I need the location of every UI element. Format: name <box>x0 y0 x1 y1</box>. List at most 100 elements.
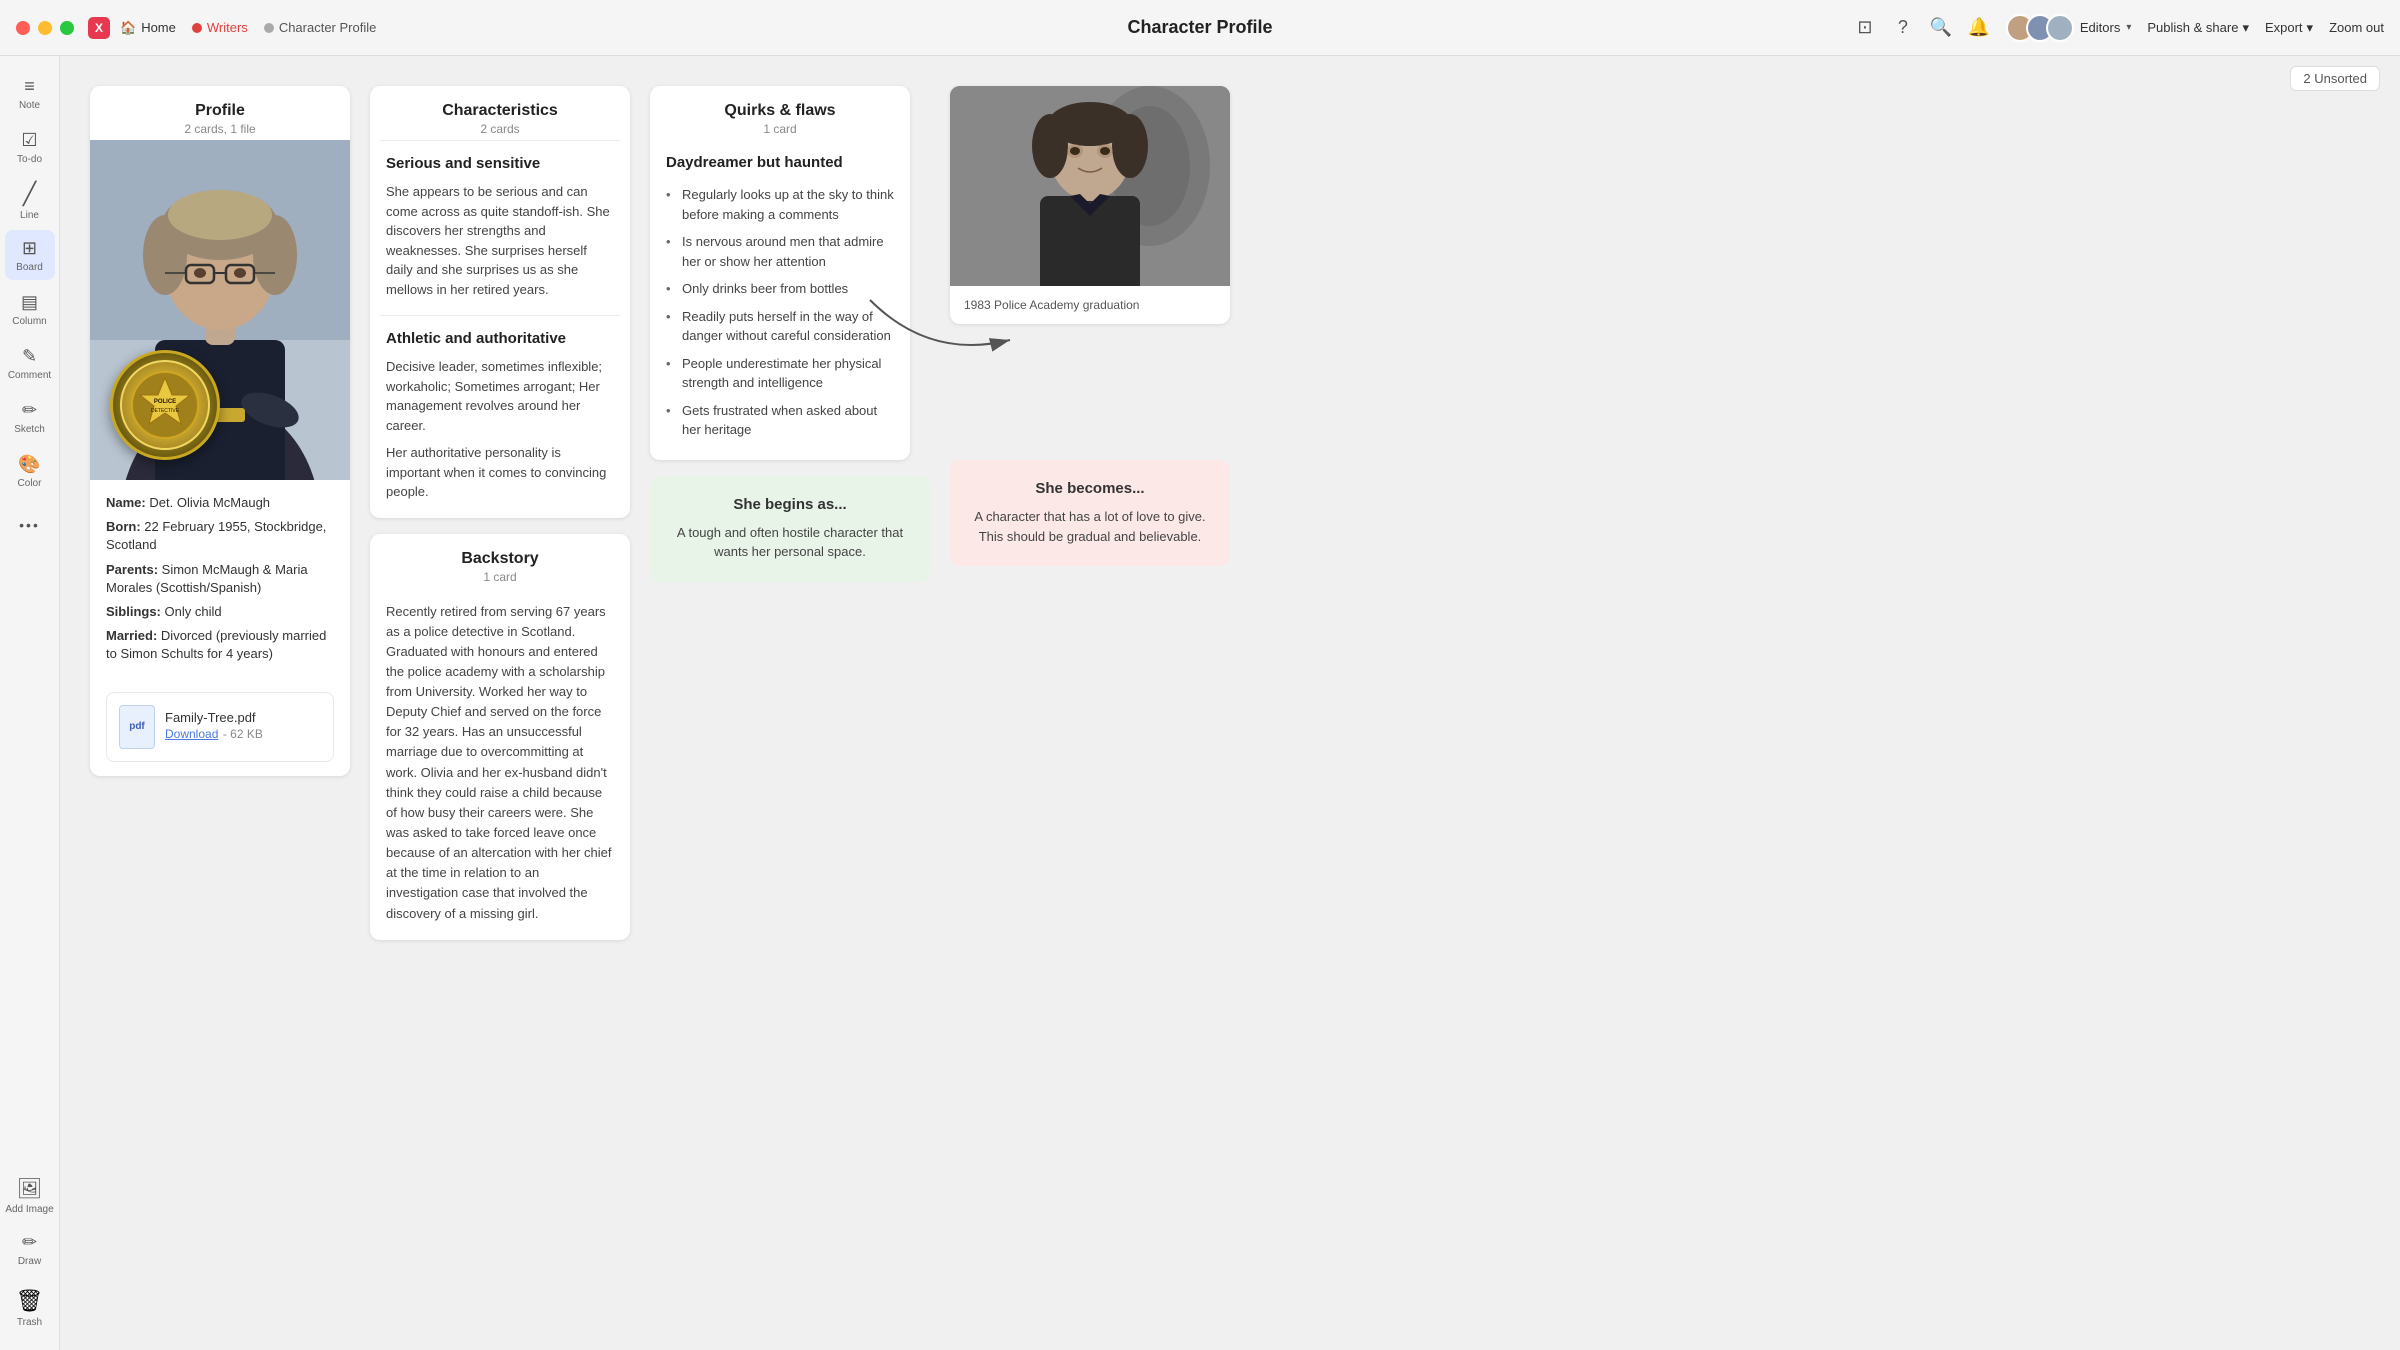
tab-writers[interactable]: Writers <box>192 20 248 35</box>
note-icon: ≡ <box>24 76 35 97</box>
char-count: 2 cards <box>386 122 614 136</box>
device-icon[interactable]: ⊡ <box>1854 17 1876 39</box>
quirk-item-1: Regularly looks up at the sky to think b… <box>666 181 894 228</box>
sidebar-label-draw: Draw <box>18 1256 41 1267</box>
sidebar-label-board: Board <box>16 262 43 273</box>
file-name: Family-Tree.pdf <box>165 710 321 725</box>
sidebar-label-column: Column <box>12 316 46 327</box>
arc-section: She becomes... A character that has a lo… <box>950 460 1230 566</box>
profile-info: Name: Det. Olivia McMaugh Born: 22 Febru… <box>90 480 350 684</box>
minimize-button[interactable] <box>38 21 52 35</box>
backstory-header: Backstory 1 card <box>370 534 630 588</box>
char-title: Characteristics <box>386 102 614 120</box>
home-icon: 🏠 <box>120 20 136 36</box>
sidebar-item-draw[interactable]: ✏ Draw <box>5 1224 55 1274</box>
profile-card-header: Profile 2 cards, 1 file <box>90 86 350 140</box>
close-button[interactable] <box>16 21 30 35</box>
top-bar-right: ⊡ ? 🔍 🔔 Editors ▾ Publish & share ▾ Expo… <box>1854 14 2384 42</box>
top-bar: X 🏠 Home Writers Character Profile Chara… <box>0 0 2400 56</box>
todo-icon: ☑ <box>21 130 37 151</box>
svg-text:POLICE: POLICE <box>154 399 176 405</box>
avatar-group <box>2006 14 2074 42</box>
profile-count: 2 cards, 1 file <box>106 122 334 136</box>
sidebar-label-add-image: Add Image <box>5 1204 53 1215</box>
sidebar-label-note: Note <box>19 100 40 111</box>
backstory-body: Recently retired from serving 67 years a… <box>370 588 630 940</box>
pdf-icon: pdf <box>119 705 155 749</box>
sidebar-item-board[interactable]: ⊞ Board <box>5 230 55 280</box>
char-body-2: Athletic and authoritative Decisive lead… <box>370 316 630 518</box>
page-title: Character Profile <box>1127 17 1272 38</box>
police-badge: POLICE DETECTIVE <box>110 350 220 460</box>
backstory-title: Backstory <box>386 550 614 568</box>
char-header: Characteristics 2 cards <box>370 86 630 140</box>
profile-column: Profile 2 cards, 1 file <box>90 86 350 776</box>
characteristics-card: Characteristics 2 cards Serious and sens… <box>370 86 630 518</box>
editors-dropdown-arrow[interactable]: ▾ <box>2126 22 2131 33</box>
sidebar-item-todo[interactable]: ☑ To-do <box>5 122 55 172</box>
quirk-item-2: Is nervous around men that admire her or… <box>666 228 894 275</box>
window-controls <box>16 21 74 35</box>
profile-photo: POLICE DETECTIVE <box>90 140 350 480</box>
arc-arrow-svg <box>850 280 1050 380</box>
quirks-card: Quirks & flaws 1 card Daydreamer but hau… <box>650 86 910 460</box>
arc-end-title: She becomes... <box>974 480 1206 497</box>
sidebar-item-line[interactable]: ╱ Line <box>5 176 55 226</box>
app-icon: X <box>88 17 110 39</box>
editors-label: Editors <box>2080 20 2120 35</box>
maximize-button[interactable] <box>60 21 74 35</box>
download-link[interactable]: Download <box>165 727 218 741</box>
sidebar-item-sketch[interactable]: ✏ Sketch <box>5 392 55 442</box>
unsorted-badge: 2 Unsorted <box>2290 66 2380 91</box>
arc-begin-title: She begins as... <box>674 496 906 513</box>
line-icon: ╱ <box>23 181 36 207</box>
sidebar-label-todo: To-do <box>17 154 42 165</box>
arc-begin-card: She begins as... A tough and often hosti… <box>650 476 930 582</box>
sidebar-label-sketch: Sketch <box>14 424 45 435</box>
sidebar-item-more[interactable]: ••• <box>5 500 55 550</box>
publish-share-button[interactable]: Publish & share ▾ <box>2147 20 2249 36</box>
characteristics-column: Characteristics 2 cards Serious and sens… <box>370 86 630 940</box>
sidebar-label-trash: Trash <box>17 1317 42 1328</box>
backstory-text: Recently retired from serving 67 years a… <box>386 602 614 924</box>
trash-icon: 🗑 <box>16 1288 44 1314</box>
export-button[interactable]: Export ▾ <box>2265 20 2313 36</box>
board-icon: ⊞ <box>22 238 37 259</box>
char-card2-title: Athletic and authoritative <box>386 330 614 347</box>
editors-section[interactable]: Editors ▾ <box>2006 14 2132 42</box>
profile-siblings: Siblings: Only child <box>106 603 334 621</box>
profile-parents: Parents: Simon McMaugh & Maria Morales (… <box>106 561 334 597</box>
avatar-3 <box>2046 14 2074 42</box>
search-icon[interactable]: 🔍 <box>1930 17 1952 39</box>
quirks-title: Quirks & flaws <box>666 102 894 120</box>
notification-icon[interactable]: ? <box>1892 17 1914 39</box>
sidebar-item-comment[interactable]: ✎ Comment <box>5 338 55 388</box>
badge-inner: POLICE DETECTIVE <box>120 360 210 450</box>
quirks-count: 1 card <box>666 122 894 136</box>
sidebar-item-color[interactable]: 🎨 Color <box>5 446 55 496</box>
sidebar-item-column[interactable]: ▤ Column <box>5 284 55 334</box>
graduation-photo-svg <box>950 86 1230 286</box>
sidebar-item-add-image[interactable]: 🖼 Add Image <box>5 1170 55 1220</box>
zoom-out-button[interactable]: Zoom out <box>2329 20 2384 35</box>
char-body-1: Serious and sensitive She appears to be … <box>370 141 630 315</box>
quirks-header: Quirks & flaws 1 card <box>650 86 910 140</box>
profile-name: Name: Det. Olivia McMaugh <box>106 494 334 512</box>
file-attachment: pdf Family-Tree.pdf Download - 62 KB <box>106 692 334 762</box>
tab-character-profile[interactable]: Character Profile <box>264 20 377 35</box>
sidebar-item-note[interactable]: ≡ Note <box>5 68 55 118</box>
comment-icon: ✎ <box>22 346 37 367</box>
char-card1-body: She appears to be serious and can come a… <box>386 182 614 299</box>
backstory-count: 1 card <box>386 570 614 584</box>
trash-button[interactable]: 🗑 Trash <box>5 1278 55 1338</box>
arc-begin-body: A tough and often hostile character that… <box>674 523 906 562</box>
profile-married: Married: Divorced (previously married to… <box>106 627 334 663</box>
backstory-card: Backstory 1 card Recently retired from s… <box>370 534 630 940</box>
export-arrow: ▾ <box>2307 20 2314 36</box>
tab-home[interactable]: 🏠 Home <box>120 20 176 36</box>
bell-icon[interactable]: 🔔 <box>1968 17 1990 39</box>
quirks-card-title: Daydreamer but haunted <box>666 154 894 171</box>
badge-svg: POLICE DETECTIVE <box>130 370 200 440</box>
sidebar-label-line: Line <box>20 210 39 221</box>
sketch-icon: ✏ <box>22 400 37 421</box>
